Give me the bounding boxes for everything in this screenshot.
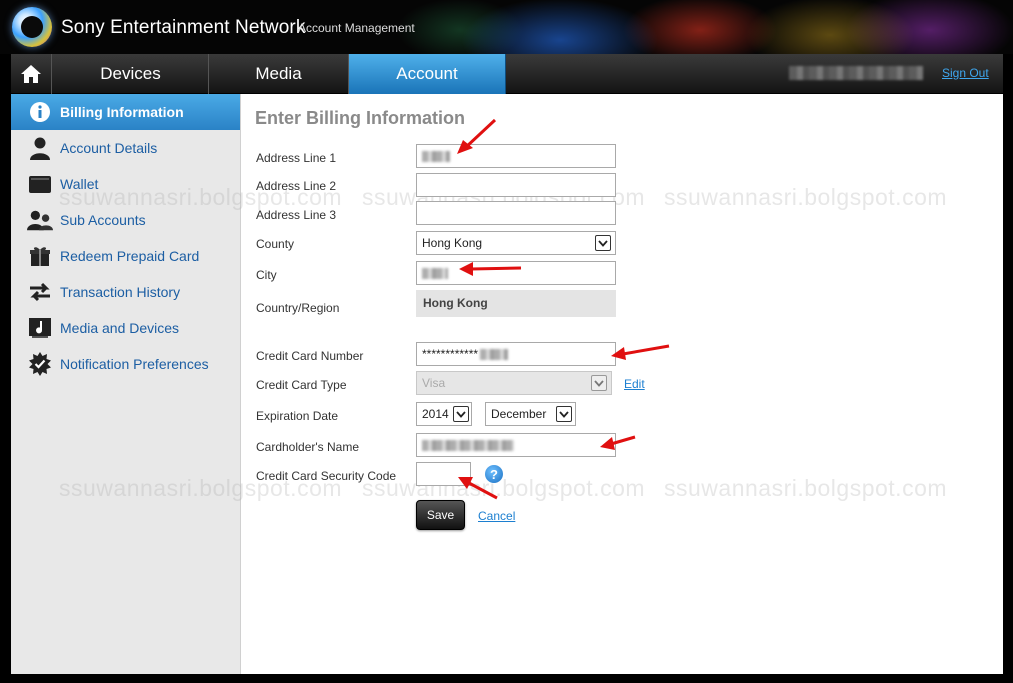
user-id-redacted bbox=[789, 66, 923, 80]
home-button[interactable] bbox=[11, 54, 52, 94]
sen-logo-icon bbox=[12, 7, 52, 47]
sidebar-item-notification-preferences[interactable]: Notification Preferences bbox=[11, 346, 240, 382]
watermark-text: ssuwannasri.bolgspot.com bbox=[664, 475, 948, 501]
question-icon[interactable]: ? bbox=[485, 465, 503, 483]
transfer-arrows-icon bbox=[27, 280, 53, 304]
chevron-down-icon bbox=[591, 375, 607, 391]
sidebar-item-label: Wallet bbox=[60, 176, 99, 192]
section-subtitle: Account Management bbox=[298, 21, 415, 35]
sidebar-item-redeem-prepaid-card[interactable]: Redeem Prepaid Card bbox=[11, 238, 240, 274]
content-panel: Billing Information Account Details Wall… bbox=[11, 94, 1003, 674]
tab-media[interactable]: Media bbox=[209, 54, 349, 94]
sidebar-item-sub-accounts[interactable]: Sub Accounts bbox=[11, 202, 240, 238]
address-line-3-input[interactable] bbox=[416, 201, 616, 225]
redacted-value bbox=[480, 349, 509, 361]
header-bar: Sony Entertainment Network Account Manag… bbox=[0, 0, 1013, 54]
chevron-down-icon bbox=[556, 406, 572, 422]
sidebar-item-label: Notification Preferences bbox=[60, 356, 209, 372]
country-region-value: Hong Kong bbox=[416, 290, 616, 317]
person-icon bbox=[27, 136, 53, 160]
card-type-value: Visa bbox=[422, 376, 446, 390]
sidebar-item-label: Billing Information bbox=[60, 104, 184, 120]
expiration-year-value: 2014 bbox=[422, 407, 449, 421]
sidebar-item-media-and-devices[interactable]: Media and Devices bbox=[11, 310, 240, 346]
wallet-icon bbox=[27, 172, 53, 196]
watermark-text: ssuwannasri.bolgspot.com bbox=[664, 184, 948, 210]
info-icon bbox=[27, 100, 53, 124]
main-nav: Devices Media Account Sign Out bbox=[11, 54, 1003, 94]
tab-devices[interactable]: Devices bbox=[53, 54, 209, 94]
sign-out-link[interactable]: Sign Out bbox=[942, 66, 989, 80]
address-line-3-label: Address Line 3 bbox=[256, 208, 337, 222]
expiration-month-value: December bbox=[491, 407, 547, 421]
address-line-2-input[interactable] bbox=[416, 173, 616, 197]
sidebar-item-account-details[interactable]: Account Details bbox=[11, 130, 240, 166]
gift-icon bbox=[27, 244, 53, 268]
credit-card-number-label: Credit Card Number bbox=[256, 349, 364, 363]
redacted-value bbox=[422, 268, 448, 280]
users-icon bbox=[27, 208, 53, 232]
expiration-month-select[interactable]: December bbox=[485, 402, 576, 426]
cardholder-name-input[interactable] bbox=[416, 433, 616, 457]
credit-card-type-select: Visa bbox=[416, 371, 612, 395]
brand-title: Sony Entertainment Network bbox=[61, 17, 306, 38]
page-title: Enter Billing Information bbox=[255, 108, 465, 128]
sidebar-item-label: Redeem Prepaid Card bbox=[60, 248, 200, 264]
address-line-1-input[interactable] bbox=[416, 144, 616, 168]
city-label: City bbox=[256, 268, 277, 282]
credit-card-number-input[interactable]: ************ bbox=[416, 342, 616, 366]
security-code-input[interactable] bbox=[416, 462, 471, 486]
redacted-value bbox=[422, 151, 450, 163]
sidebar-item-label: Account Details bbox=[60, 140, 158, 156]
sidebar-item-billing-information[interactable]: Billing Information bbox=[11, 94, 240, 130]
county-selected-value: Hong Kong bbox=[422, 236, 483, 250]
watermark-text: ssuwannasri.bolgspot.com bbox=[362, 475, 646, 501]
gear-badge-icon bbox=[27, 352, 53, 376]
expiration-date-label: Expiration Date bbox=[256, 409, 339, 423]
edit-card-link[interactable]: Edit bbox=[624, 377, 645, 391]
county-label: County bbox=[256, 237, 295, 251]
address-line-2-label: Address Line 2 bbox=[256, 179, 337, 193]
sidebar-item-label: Sub Accounts bbox=[60, 212, 146, 228]
chevron-down-icon bbox=[453, 406, 469, 422]
chevron-down-icon bbox=[595, 235, 611, 251]
credit-card-type-label: Credit Card Type bbox=[256, 378, 347, 392]
save-button[interactable]: Save bbox=[416, 500, 465, 530]
sidebar-item-label: Transaction History bbox=[60, 284, 181, 300]
address-line-1-label: Address Line 1 bbox=[256, 151, 337, 165]
masked-card-number: ************ bbox=[422, 347, 479, 361]
tab-account[interactable]: Account bbox=[349, 54, 506, 94]
sidebar-item-transaction-history[interactable]: Transaction History bbox=[11, 274, 240, 310]
expiration-year-select[interactable]: 2014 bbox=[416, 402, 472, 426]
home-icon bbox=[21, 65, 41, 83]
sidebar-item-label: Media and Devices bbox=[60, 320, 180, 336]
sidebar-item-wallet[interactable]: Wallet bbox=[11, 166, 240, 202]
annotation-arrow-icon bbox=[611, 344, 670, 360]
music-note-icon bbox=[27, 316, 53, 340]
county-select[interactable]: Hong Kong bbox=[416, 231, 616, 255]
city-input[interactable] bbox=[416, 261, 616, 285]
security-code-label: Credit Card Security Code bbox=[256, 469, 397, 483]
cancel-link[interactable]: Cancel bbox=[478, 509, 515, 523]
sidebar: Billing Information Account Details Wall… bbox=[11, 94, 241, 674]
redacted-value bbox=[422, 440, 514, 452]
cardholder-name-label: Cardholder's Name bbox=[256, 440, 360, 454]
country-region-label: Country/Region bbox=[256, 301, 340, 315]
